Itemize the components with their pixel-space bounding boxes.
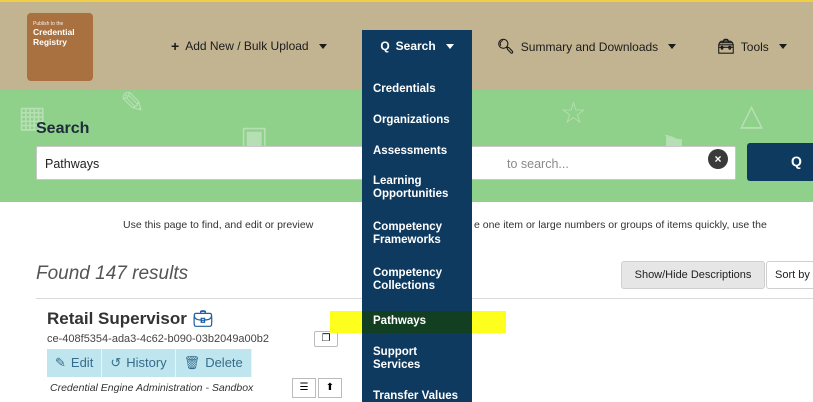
info-text-right: e one item or large numbers or groups of… xyxy=(474,219,767,231)
page: Publish to the Credential Registry + Add… xyxy=(0,0,813,402)
search-icon: Q xyxy=(380,39,390,53)
result-organization: Credential Engine Administration - Sandb… xyxy=(50,382,254,394)
result-title[interactable]: Retail Supervisor xyxy=(47,309,187,329)
decor-cap-icon: △ xyxy=(740,99,764,132)
clear-search-icon[interactable]: × xyxy=(708,149,728,169)
chevron-down-icon xyxy=(778,44,787,49)
edit-button[interactable]: ✎ Edit xyxy=(47,349,103,377)
briefcase-icon: 💼︎ xyxy=(192,311,214,328)
plus-icon: + xyxy=(171,38,180,54)
history-button[interactable]: ↺ History xyxy=(102,349,176,377)
search-icon: 🔍︎ xyxy=(497,38,515,54)
trash-icon: 🗑︎ xyxy=(183,355,201,370)
delete-label: Delete xyxy=(205,355,243,370)
result-actions: ✎ Edit ↺ History 🗑︎ Delete xyxy=(47,349,252,377)
search-input-value: Pathways xyxy=(45,157,100,171)
delete-button[interactable]: 🗑︎ Delete xyxy=(175,349,252,377)
upload-icon[interactable]: ⬆ xyxy=(318,378,342,398)
dropdown-item-organizations[interactable]: Organizations xyxy=(373,114,465,127)
nav-tools[interactable]: 🧰︎ Tools xyxy=(717,38,787,55)
decor-star-icon: ☆ xyxy=(560,97,587,130)
edit-icon: ✎ xyxy=(55,355,66,370)
hierarchy-icon[interactable]: ☰ xyxy=(292,378,316,398)
sort-by-select[interactable]: Sort by xyxy=(766,261,813,289)
dropdown-item-competency-frameworks[interactable]: Competency Frameworks xyxy=(373,221,465,247)
dropdown-item-transfer-values[interactable]: Transfer Values xyxy=(373,390,465,402)
result-ctid: ce-408f5354-ada3-4c62-b090-03b2049a00b2 xyxy=(47,333,270,345)
search-icon: Q xyxy=(791,153,802,169)
nav-add-new-label: Add New / Bulk Upload xyxy=(185,39,309,53)
logo-small-text: Publish to the xyxy=(33,21,64,27)
dropdown-item-learning-opportunities[interactable]: Learning Opportunities xyxy=(373,175,465,201)
nav-tools-label: Tools xyxy=(740,39,769,54)
dropdown-item-assessments[interactable]: Assessments xyxy=(373,145,465,158)
chevron-down-icon xyxy=(318,43,327,49)
dropdown-item-support-services[interactable]: Support Services xyxy=(373,346,465,372)
nav-search-label: Search xyxy=(395,39,436,53)
dropdown-item-competency-collections[interactable]: Competency Collections xyxy=(373,267,465,293)
chevron-down-icon xyxy=(445,43,454,49)
nav-add-new[interactable]: + Add New / Bulk Upload xyxy=(171,38,327,54)
decor-pencil-icon: ✎ xyxy=(120,90,146,120)
nav-summary[interactable]: 🔍︎ Summary and Downloads xyxy=(497,38,677,55)
registry-logo[interactable]: Publish to the Credential Registry xyxy=(27,13,93,81)
nav-search[interactable]: Q Search xyxy=(362,30,472,62)
logo-line-2: Registry xyxy=(33,37,68,47)
nav-summary-label: Summary and Downloads xyxy=(520,39,659,54)
edit-label: Edit xyxy=(70,355,94,370)
search-title: Search xyxy=(36,120,90,137)
logo-line-1: Credential xyxy=(33,27,75,37)
chevron-down-icon xyxy=(668,44,677,49)
search-dropdown-menu: Credentials Organizations Assessments Le… xyxy=(362,62,472,402)
toolbox-icon: 🧰︎ xyxy=(717,38,735,54)
history-label: History xyxy=(126,355,167,370)
history-icon: ↺ xyxy=(110,355,122,370)
copy-icon[interactable]: ❐ xyxy=(314,331,338,347)
info-text-left: Use this page to find, and edit or previ… xyxy=(123,219,314,231)
show-hide-descriptions-button[interactable]: Show/Hide Descriptions xyxy=(621,261,765,289)
dropdown-item-pathways[interactable]: Pathways xyxy=(373,315,465,328)
search-submit-button[interactable]: Q xyxy=(747,143,813,181)
result-item: Retail Supervisor 💼︎ xyxy=(47,309,213,329)
search-input-placeholder: to search... xyxy=(507,157,569,171)
dropdown-item-credentials[interactable]: Credentials xyxy=(373,83,465,96)
results-count: Found 147 results xyxy=(36,263,189,284)
